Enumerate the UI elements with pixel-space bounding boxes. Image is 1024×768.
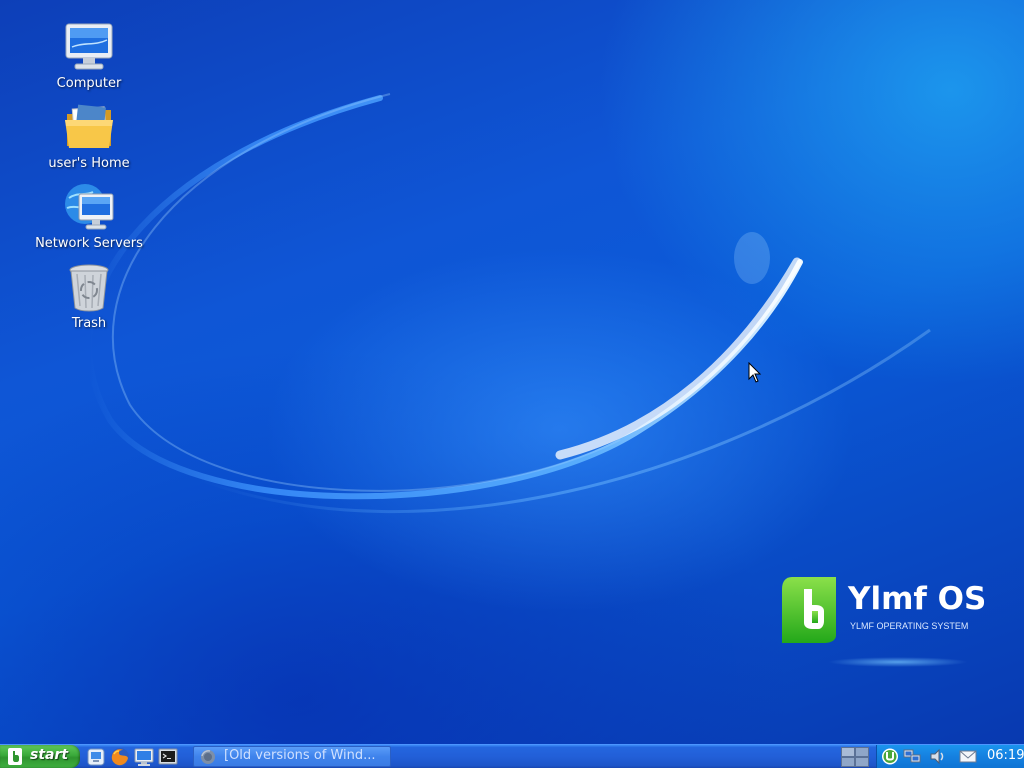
network-icon bbox=[65, 184, 114, 230]
network-status-icon[interactable] bbox=[903, 748, 921, 765]
logo-glow bbox=[828, 657, 968, 667]
logo-subtitle: YLMF OPERATING SYSTEM bbox=[850, 621, 969, 631]
desktop-icon-label: Trash bbox=[71, 316, 107, 331]
firefox-icon bbox=[201, 750, 215, 764]
desktop-shortcut-icon[interactable] bbox=[86, 747, 106, 767]
desktop-icon-trash[interactable]: Trash bbox=[29, 262, 149, 331]
desktop-icon-label: Network Servers bbox=[35, 236, 143, 251]
taskbar-window-label: [Old versions of Wind... bbox=[224, 748, 376, 763]
computer-icon bbox=[65, 23, 113, 70]
desktop-icon-computer[interactable]: Computer bbox=[29, 22, 149, 91]
firefox-icon[interactable] bbox=[110, 747, 130, 767]
desktop-icon-users-home[interactable]: user's Home bbox=[29, 102, 149, 171]
mail-icon[interactable] bbox=[959, 748, 977, 765]
ylmf-logo-mark-icon bbox=[782, 577, 836, 643]
monitor-icon[interactable] bbox=[134, 747, 154, 767]
start-label: start bbox=[30, 747, 69, 763]
desktop-icon-label: user's Home bbox=[48, 156, 130, 171]
workspace-3[interactable] bbox=[841, 757, 855, 767]
clock[interactable]: 06:19 bbox=[987, 748, 1024, 763]
terminal-icon[interactable] bbox=[158, 747, 178, 767]
logo-title: Ylmf OS bbox=[848, 581, 987, 617]
workspace-4[interactable] bbox=[855, 757, 869, 767]
ylmf-os-logo: Ylmf OS YLMF OPERATING SYSTEM bbox=[780, 575, 986, 675]
taskbar-window-button[interactable]: [Old versions of Wind... bbox=[193, 746, 391, 767]
desktop-icon-network-servers[interactable]: Network Servers bbox=[29, 182, 149, 251]
start-button[interactable]: start bbox=[0, 745, 80, 768]
volume-icon[interactable] bbox=[929, 748, 947, 765]
utorrent-icon[interactable] bbox=[881, 748, 899, 765]
start-logo-icon bbox=[8, 748, 22, 765]
folder-icon bbox=[65, 104, 113, 148]
desktop[interactable]: Computer user's Home Network Servers Tra… bbox=[0, 0, 1024, 744]
workspace-2[interactable] bbox=[855, 747, 869, 757]
taskbar: start [Old versions of Wind... 06:19 bbox=[0, 744, 1024, 768]
trash-icon bbox=[69, 264, 109, 312]
desktop-icon-label: Computer bbox=[56, 76, 122, 91]
workspace-1[interactable] bbox=[841, 747, 855, 757]
mouse-pointer-icon bbox=[748, 362, 762, 383]
system-tray: 06:19 bbox=[876, 745, 1024, 768]
workspace-pager[interactable] bbox=[841, 747, 869, 767]
